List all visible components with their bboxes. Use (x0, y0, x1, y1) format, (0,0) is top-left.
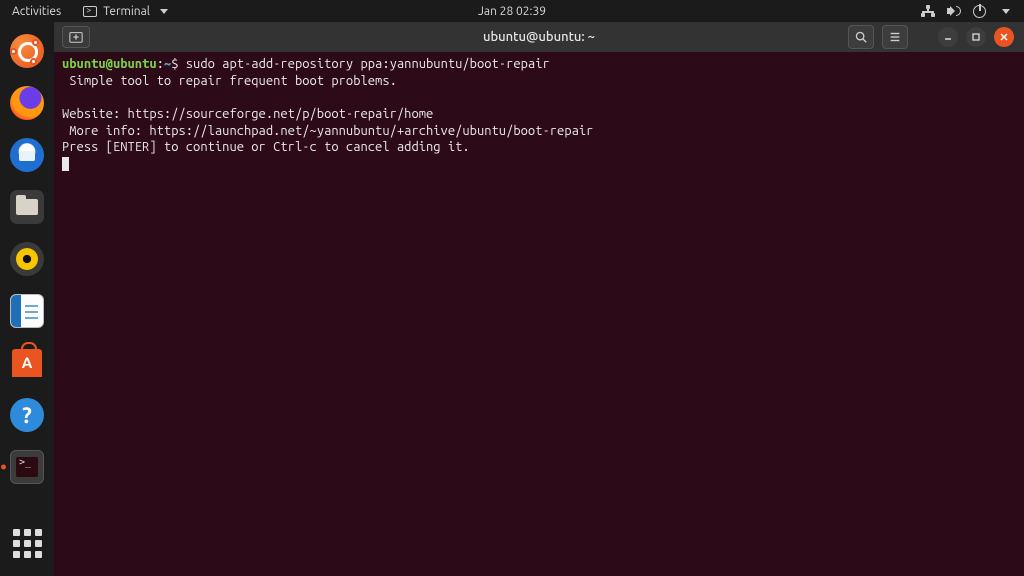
search-icon (854, 30, 868, 44)
network-icon (921, 5, 935, 17)
close-icon (999, 32, 1009, 42)
maximize-icon (971, 32, 981, 42)
launcher-terminal[interactable] (8, 448, 46, 486)
gnome-top-panel: Activities Terminal Jan 28 02:39 (0, 0, 1024, 22)
running-indicator (1, 465, 6, 470)
launcher-libreoffice-writer[interactable]: LibreOffice Writer (8, 292, 46, 330)
power-icon (973, 5, 986, 18)
clock-button[interactable]: Jan 28 02:39 (478, 5, 546, 18)
files-icon (10, 190, 44, 224)
new-tab-icon (69, 30, 83, 44)
ubuntu-icon (10, 34, 44, 68)
launcher-files[interactable] (8, 188, 46, 226)
system-status-area[interactable] (921, 5, 1024, 18)
search-button[interactable] (848, 25, 874, 49)
volume-icon (947, 5, 961, 17)
libreoffice-writer-icon (10, 294, 44, 328)
launcher-thunderbird[interactable] (8, 136, 46, 174)
dock: LibreOffice Writer ? (0, 22, 54, 576)
thunderbird-icon (10, 138, 44, 172)
window-titlebar: ubuntu@ubuntu: ~ (54, 22, 1024, 52)
entered-command: sudo apt-add-repository ppa:yannubuntu/b… (186, 57, 550, 71)
help-icon: ? (10, 398, 44, 432)
app-menu-button[interactable]: Terminal (73, 5, 178, 18)
show-applications-button[interactable] (8, 524, 46, 562)
launcher-ubuntu-software[interactable] (8, 344, 46, 382)
terminal-content[interactable]: ubuntu@ubuntu:~$ sudo apt-add-repository… (54, 52, 1024, 576)
window-title: ubuntu@ubuntu: ~ (483, 30, 595, 44)
terminal-icon (10, 450, 44, 484)
activities-button[interactable]: Activities (0, 5, 73, 18)
text-cursor (62, 157, 69, 171)
window-minimize-button[interactable] (938, 27, 958, 47)
launcher-ubuntu[interactable] (8, 32, 46, 70)
output-line: More info: https://launchpad.net/~yannub… (62, 124, 593, 138)
launcher-rhythmbox[interactable] (8, 240, 46, 278)
hamburger-menu-button[interactable] (882, 25, 908, 49)
software-icon (12, 349, 42, 377)
firefox-icon (10, 86, 44, 120)
launcher-firefox[interactable] (8, 84, 46, 122)
new-tab-button[interactable] (62, 26, 90, 48)
terminal-window: ubuntu@ubuntu: ~ ubuntu@ubuntu:~$ sudo a… (54, 22, 1024, 576)
window-close-button[interactable] (994, 27, 1014, 47)
output-line: Simple tool to repair frequent boot prob… (62, 74, 397, 88)
chevron-down-icon (1002, 9, 1010, 14)
output-line: Press [ENTER] to continue or Ctrl-c to c… (62, 140, 470, 154)
launcher-help[interactable]: ? (8, 396, 46, 434)
minimize-icon (943, 32, 953, 42)
output-line: Website: https://sourceforge.net/p/boot-… (62, 107, 433, 121)
chevron-down-icon (160, 9, 168, 14)
terminal-icon (83, 6, 97, 17)
rhythmbox-icon (10, 242, 44, 276)
hamburger-icon (888, 30, 902, 44)
app-menu-label: Terminal (103, 5, 150, 18)
window-maximize-button[interactable] (966, 27, 986, 47)
prompt-userhost: ubuntu@ubuntu (62, 57, 157, 71)
